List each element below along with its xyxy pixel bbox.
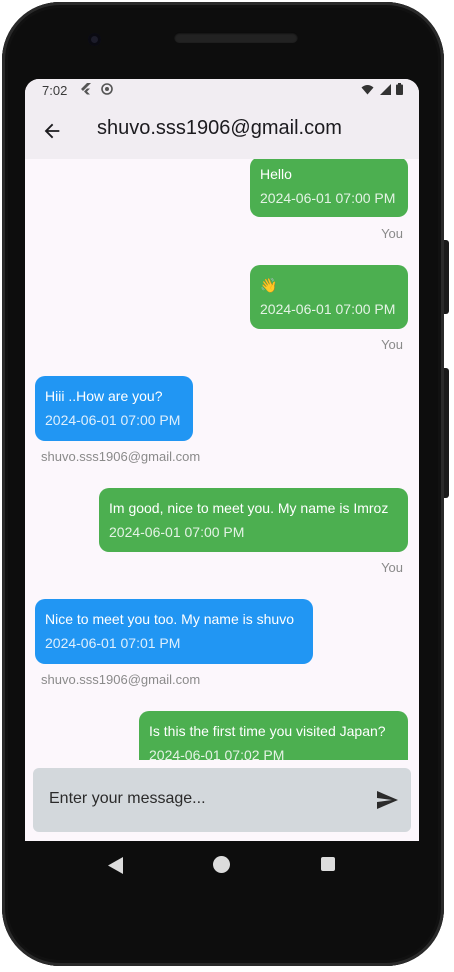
message-bubble-sent: Hello 2024-06-01 07:00 PM — [250, 159, 408, 217]
nav-home-icon[interactable] — [213, 856, 230, 873]
nav-recents-icon[interactable] — [321, 857, 335, 871]
status-left-icons — [80, 83, 114, 97]
flutter-icon — [81, 83, 91, 95]
wifi-icon — [361, 85, 374, 95]
earpiece-speaker — [174, 32, 298, 43]
message-time: 2024-06-01 07:01 PM — [45, 635, 181, 651]
arrow-back-icon — [44, 123, 60, 139]
nav-back-icon[interactable] — [108, 857, 124, 874]
back-button[interactable] — [37, 116, 67, 146]
message-sender: shuvo.sss1906@gmail.com — [41, 672, 201, 687]
message-sender: shuvo.sss1906@gmail.com — [41, 449, 201, 464]
screen: 7:02 shuvo.sss1906@gmail.com Hello 2024-… — [25, 79, 419, 841]
volume-button — [444, 240, 449, 314]
message-bubble-sent: Is this the first time you visited Japan… — [139, 711, 408, 760]
page-title: shuvo.sss1906@gmail.com — [97, 117, 342, 139]
message-input-placeholder: Enter your message... — [49, 790, 206, 807]
system-nav-bar — [25, 841, 419, 887]
message-sender: You — [381, 337, 403, 352]
message-text: Hello — [260, 166, 292, 182]
message-text: Nice to meet you too. My name is shuvo — [45, 611, 294, 627]
app-bar: shuvo.sss1906@gmail.com — [25, 103, 419, 159]
message-time: 2024-06-01 07:00 PM — [109, 524, 245, 540]
front-camera — [88, 33, 101, 46]
message-bubble-sent: 👋 2024-06-01 07:00 PM — [250, 265, 408, 329]
message-text: Is this the first time you visited Japan… — [149, 723, 386, 739]
message-sender: You — [381, 226, 403, 241]
message-text: 👋 — [260, 277, 278, 293]
message-input[interactable]: Enter your message... — [33, 768, 411, 832]
message-time: 2024-06-01 07:00 PM — [260, 301, 396, 317]
debug-icon — [101, 83, 114, 95]
power-button — [444, 368, 449, 498]
message-text: Im good, nice to meet you. My name is Im… — [109, 500, 389, 516]
status-time: 7:02 — [42, 83, 68, 98]
message-list[interactable]: Hello 2024-06-01 07:00 PM You 👋 2024-06-… — [25, 159, 419, 760]
message-time: 2024-06-01 07:02 PM — [149, 747, 285, 760]
send-icon — [377, 791, 398, 809]
status-right-icons — [361, 83, 403, 98]
message-time: 2024-06-01 07:00 PM — [45, 412, 181, 428]
message-sender: You — [381, 560, 403, 575]
message-bubble-received: Nice to meet you too. My name is shuvo 2… — [35, 599, 313, 664]
battery-icon — [396, 83, 403, 95]
message-bubble-received: Hiii ..How are you? 2024-06-01 07:00 PM — [35, 376, 193, 441]
send-button[interactable] — [373, 786, 401, 814]
status-bar: 7:02 — [25, 79, 419, 103]
signal-icon — [379, 84, 391, 95]
message-time: 2024-06-01 07:00 PM — [260, 190, 396, 206]
message-text: Hiii ..How are you? — [45, 388, 163, 404]
message-bubble-sent: Im good, nice to meet you. My name is Im… — [99, 488, 408, 552]
